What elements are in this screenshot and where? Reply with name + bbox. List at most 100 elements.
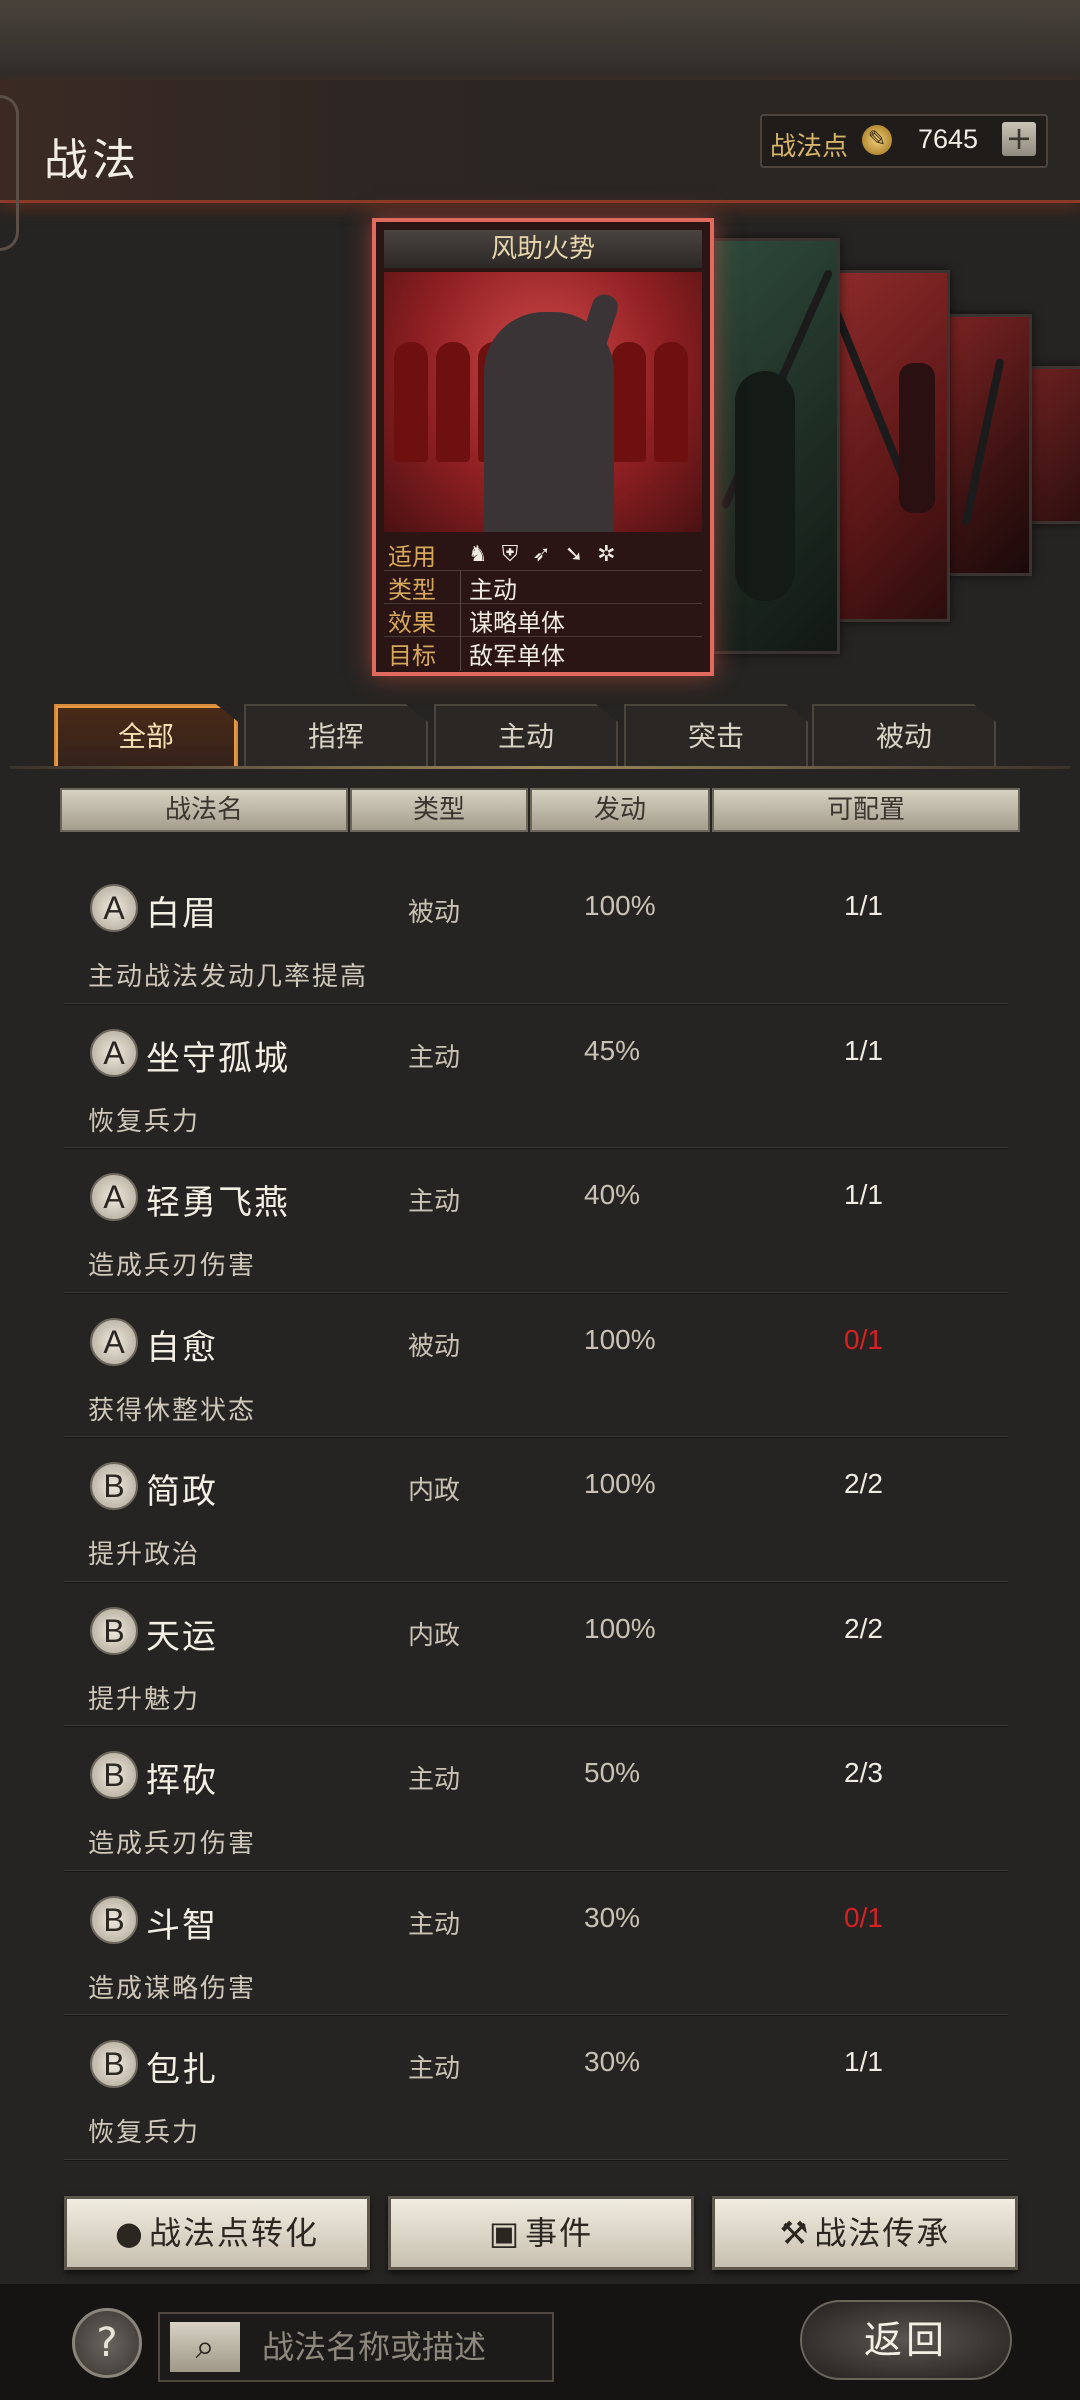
- tactic-capacity: 1/1: [844, 1179, 883, 1210]
- tab-active[interactable]: 主动: [434, 704, 618, 768]
- tactic-description: 恢复兵力: [88, 2118, 201, 2148]
- tactic-name: 白眉: [146, 894, 218, 934]
- card-info-key: 目标: [388, 641, 436, 670]
- tactic-row[interactable]: B 天运 内政 100% 2/2 提升魅力: [64, 1583, 1008, 1727]
- tactic-capacity: 1/1: [844, 1034, 883, 1066]
- grade-badge: A: [90, 1317, 138, 1366]
- tactic-capacity: 2/2: [844, 1612, 883, 1644]
- tactic-rate: 100%: [584, 1323, 656, 1355]
- tactic-row[interactable]: A 轻勇飞燕 主动 40% 1/1 造成兵刃伤害: [64, 1149, 1008, 1294]
- tactic-description: 获得休整状态: [88, 1395, 257, 1426]
- tab-all[interactable]: 全部: [54, 704, 238, 768]
- column-header-name[interactable]: 战法名: [60, 788, 348, 832]
- search-box: ⌕: [158, 2312, 554, 2382]
- tactic-row[interactable]: A 坐守孤城 主动 45% 1/1 恢复兵力: [64, 1005, 1008, 1149]
- card-title: 风助火势: [384, 230, 702, 268]
- tactic-description: 造成兵刃伤害: [88, 1829, 257, 1859]
- events-button[interactable]: ▣ 事件: [388, 2196, 694, 2270]
- scroll-icon: ▣: [488, 2214, 522, 2252]
- column-header-type[interactable]: 类型: [350, 788, 528, 832]
- card-info-value: 敌军单体: [460, 635, 565, 671]
- tactic-type: 被动: [408, 898, 461, 928]
- tactic-name: 坐守孤城: [146, 1038, 290, 1079]
- search-input[interactable]: [260, 2324, 544, 2370]
- card-info-value: 主动: [460, 569, 517, 605]
- grade-badge: B: [90, 2040, 138, 2088]
- tactic-name: 挥砍: [146, 1761, 218, 1801]
- tactic-capacity: 2/3: [844, 1757, 883, 1788]
- tactic-points-box: 战法点 ✎ 7645 +: [760, 114, 1048, 168]
- tactic-card-preview-4[interactable]: [946, 314, 1032, 576]
- tactic-rate: 50%: [584, 1757, 641, 1788]
- tactic-list[interactable]: A 白眉 被动 100% 1/1 主动战法发动几率提高 A 坐守孤城 主动 45…: [64, 860, 1008, 2180]
- cavalry-icon: ♞: [468, 541, 488, 567]
- filter-tabs: 全部 指挥 主动 突击 被动: [54, 704, 1002, 768]
- card-info-row: 类型 主动: [384, 569, 702, 605]
- tactic-rate: 100%: [584, 890, 656, 921]
- spear-icon: ➘: [564, 541, 584, 567]
- tactic-name: 简政: [146, 1472, 218, 1512]
- column-header-capacity[interactable]: 可配置: [712, 788, 1020, 832]
- tactic-name: 轻勇飞燕: [146, 1183, 290, 1223]
- card-info-table: 适用 ♞ ⛨ ➶ ➘ ✲ 类型 主动 效果 谋略单体 目标 敌军单体: [384, 538, 702, 671]
- card-info-key: 类型: [388, 575, 436, 604]
- tab-passive[interactable]: 被动: [812, 704, 996, 768]
- column-header-rate[interactable]: 发动: [530, 788, 710, 832]
- tactic-name: 斗智: [146, 1905, 218, 1946]
- convert-points-label: 战法点转化: [148, 2214, 319, 2252]
- tactic-type: 内政: [408, 1476, 461, 1506]
- grade-badge: B: [90, 1895, 138, 1944]
- tactic-row[interactable]: B 简政 内政 100% 2/2 提升政治: [64, 1438, 1008, 1583]
- tactic-card-preview-3[interactable]: [828, 270, 950, 622]
- tab-command[interactable]: 指挥: [244, 704, 428, 768]
- tactic-description: 主动战法发动几率提高: [88, 962, 369, 992]
- tactic-type: 主动: [408, 1187, 461, 1217]
- tab-assault[interactable]: 突击: [624, 704, 808, 768]
- tactic-row[interactable]: A 白眉 被动 100% 1/1 主动战法发动几率提高: [64, 860, 1008, 1005]
- back-button[interactable]: 返回: [800, 2300, 1012, 2380]
- tactic-type: 主动: [408, 1042, 461, 1073]
- inherit-tactic-label: 战法传承: [814, 2214, 951, 2252]
- help-button[interactable]: ?: [72, 2308, 142, 2378]
- search-icon[interactable]: ⌕: [170, 2322, 240, 2372]
- convert-points-button[interactable]: ● 战法点转化: [64, 2196, 370, 2270]
- page-title: 战法: [44, 135, 140, 186]
- tactic-row[interactable]: B 斗智 主动 30% 0/1 造成谋略伤害: [64, 1872, 1008, 2016]
- card-info-key: 效果: [388, 608, 436, 637]
- tactic-name: 自愈: [146, 1327, 218, 1368]
- tactic-capacity: 1/1: [844, 2046, 883, 2077]
- unit-icons: ♞ ⛨ ➶ ➘ ✲: [460, 542, 616, 567]
- points-value: 7645: [918, 124, 979, 154]
- tactic-rate: 100%: [584, 1612, 656, 1644]
- selected-tactic-card[interactable]: 风助火势 适用 ♞ ⛨ ➶ ➘ ✲ 类型 主动 效果 谋略单体 目标 敌军单体: [372, 218, 714, 676]
- inherit-tactic-button[interactable]: ⚒ 战法传承: [712, 2196, 1018, 2270]
- tactic-type: 主动: [408, 1909, 461, 1940]
- tactic-rate: 40%: [584, 1179, 641, 1210]
- tactic-row[interactable]: A 自愈 被动 100% 0/1 获得休整状态: [64, 1294, 1008, 1438]
- tactic-name: 天运: [146, 1616, 218, 1657]
- tactic-description: 造成谋略伤害: [88, 1973, 257, 2004]
- card-info-row: 适用 ♞ ⛨ ➶ ➘ ✲: [384, 538, 702, 571]
- grade-badge: B: [90, 1751, 138, 1799]
- tactic-type: 主动: [408, 1765, 461, 1795]
- card-info-row: 效果 谋略单体: [384, 602, 702, 638]
- card-info-row: 目标 敌军单体: [384, 635, 702, 671]
- flame-icon: ●: [115, 2214, 145, 2252]
- tactic-rate: 30%: [584, 2046, 641, 2077]
- tactic-card-preview-5[interactable]: [1028, 366, 1080, 524]
- tactic-description: 提升政治: [88, 1540, 201, 1570]
- tactic-card-preview-2[interactable]: [712, 238, 840, 654]
- grade-badge: B: [90, 1606, 138, 1655]
- tactic-row[interactable]: B 包扎 主动 30% 1/1 恢复兵力: [64, 2016, 1008, 2161]
- tactic-description: 恢复兵力: [88, 1106, 201, 1137]
- hammer-icon: ⚒: [779, 2214, 811, 2252]
- grade-badge: A: [90, 1173, 138, 1221]
- grade-badge: A: [90, 884, 138, 932]
- tactic-capacity: 0/1: [844, 1323, 883, 1355]
- grade-badge: B: [90, 1462, 138, 1510]
- tactic-rate: 30%: [584, 1901, 641, 1933]
- top-decor-band: [0, 0, 1080, 80]
- add-points-button[interactable]: +: [1002, 122, 1036, 156]
- tactic-row[interactable]: B 挥砍 主动 50% 2/3 造成兵刃伤害: [64, 1727, 1008, 1872]
- tactic-type: 内政: [408, 1620, 461, 1651]
